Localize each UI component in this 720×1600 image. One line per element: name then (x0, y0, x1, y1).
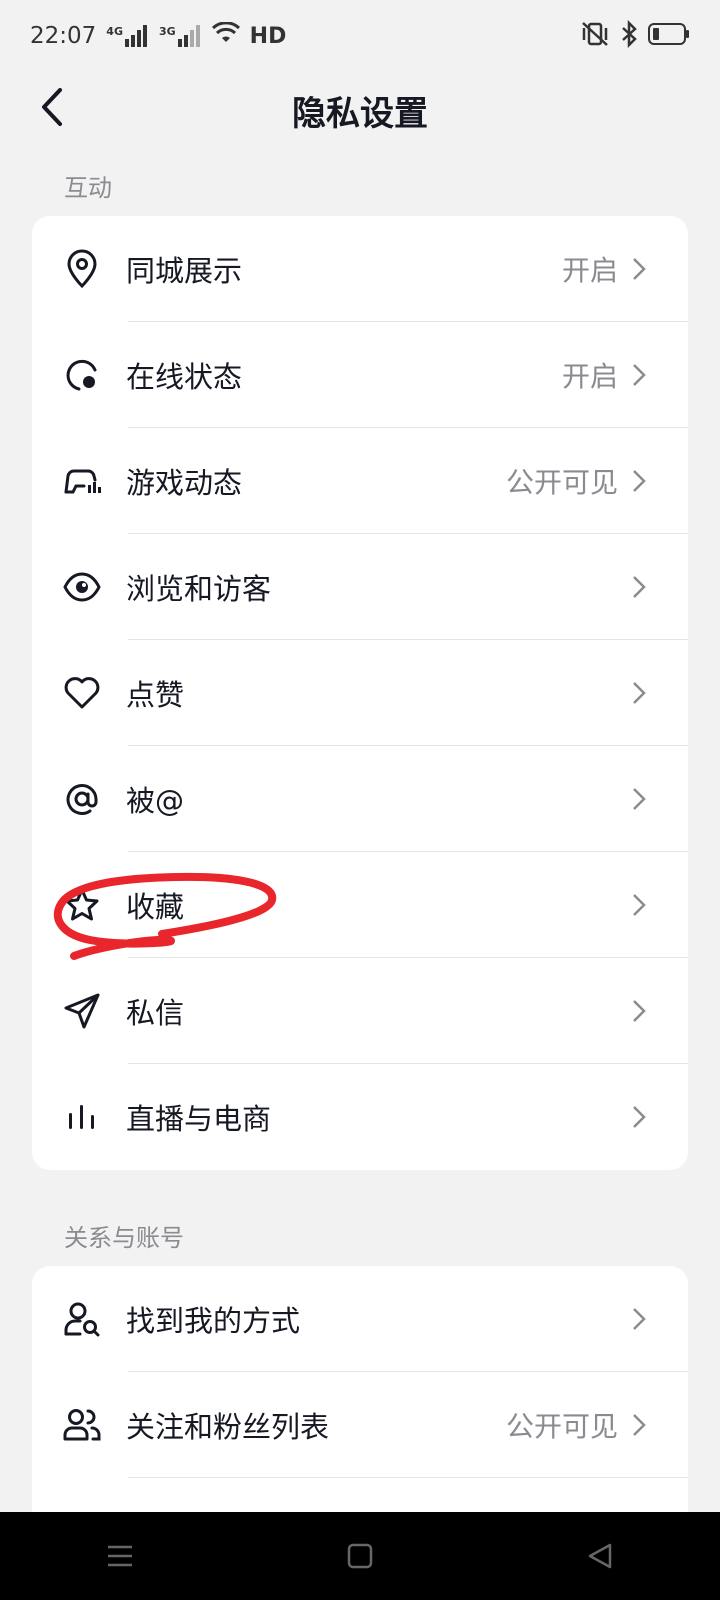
setting-row-live-commerce[interactable]: 直播与电商 (32, 1064, 688, 1170)
setting-value: 公开可见 (505, 1410, 618, 1443)
setting-label: 收藏 (126, 890, 185, 924)
menu-icon (108, 1545, 132, 1567)
battery-icon (648, 22, 690, 50)
setting-row-mentions[interactable]: 被@ (32, 746, 688, 852)
chevron-right-icon (632, 1304, 654, 1334)
section-label-relationships: 关系与账号 (64, 1224, 184, 1252)
setting-label: 直播与电商 (126, 1102, 272, 1136)
interaction-settings-card: 同城展示 开启 在线状态 开启 游戏动态 公开可见 浏览和访客 点赞 被@ 收藏… (32, 216, 688, 1170)
chevron-right-icon (632, 572, 654, 602)
chevron-right-icon (632, 996, 654, 1026)
relationship-settings-card: 找到我的方式 关注和粉丝列表 公开可见 (32, 1266, 688, 1512)
status-right (580, 19, 690, 52)
paper-plane-icon (62, 991, 102, 1031)
status-bar: 22:07 4G 3G HD (0, 0, 720, 72)
chevron-right-icon (632, 1102, 654, 1132)
setting-label: 被@ (126, 784, 185, 818)
system-nav-bar (0, 1512, 720, 1600)
setting-label: 找到我的方式 (126, 1304, 301, 1338)
setting-value: 开启 (561, 360, 618, 393)
setting-label: 游戏动态 (126, 466, 243, 500)
system-back-button[interactable] (570, 1526, 630, 1586)
setting-row-views-visitors[interactable]: 浏览和访客 (32, 534, 688, 640)
setting-row-online-status[interactable]: 在线状态 开启 (32, 322, 688, 428)
location-pin-icon (62, 249, 102, 289)
bluetooth-icon (620, 19, 638, 52)
chevron-right-icon (632, 254, 654, 284)
setting-label: 私信 (126, 996, 185, 1030)
heart-icon (62, 673, 102, 713)
setting-label: 在线状态 (126, 360, 243, 394)
setting-row-follow-lists[interactable]: 关注和粉丝列表 公开可见 (32, 1372, 688, 1478)
setting-label: 浏览和访客 (126, 572, 272, 606)
star-icon (62, 885, 102, 925)
section-label-interaction: 互动 (64, 174, 112, 202)
setting-row-direct-messages[interactable]: 私信 (32, 958, 688, 1064)
page-title: 隐私设置 (292, 94, 428, 134)
gamepad-icon (62, 461, 102, 501)
setting-row-game-activity[interactable]: 游戏动态 公开可见 (32, 428, 688, 534)
chevron-right-icon (632, 466, 654, 496)
setting-label: 点赞 (126, 678, 185, 712)
setting-row-favorites[interactable]: 收藏 (32, 852, 688, 958)
setting-row-likes[interactable]: 点赞 (32, 640, 688, 746)
setting-value: 开启 (561, 254, 618, 287)
header: 隐私设置 (0, 72, 720, 142)
users-icon (62, 1405, 102, 1445)
chevron-right-icon (632, 890, 654, 920)
back-triangle-icon (588, 1543, 612, 1569)
at-icon (62, 779, 102, 819)
network-type-4g: 4G (106, 25, 123, 38)
divider (128, 1477, 688, 1478)
status-time: 22:07 (30, 23, 97, 49)
chevron-right-icon (632, 678, 654, 708)
setting-label: 同城展示 (126, 254, 243, 288)
hd-label: HD (249, 23, 287, 49)
wifi-icon (211, 21, 240, 50)
signal-3g-icon: 3G (159, 25, 202, 47)
home-square-icon (347, 1543, 373, 1569)
online-status-icon (62, 355, 102, 395)
menu-button[interactable] (90, 1526, 150, 1586)
vibrate-off-icon (580, 20, 610, 52)
setting-row-nearby[interactable]: 同城展示 开启 (32, 216, 688, 322)
chevron-right-icon (632, 1410, 654, 1440)
setting-label: 关注和粉丝列表 (126, 1410, 330, 1444)
home-button[interactable] (330, 1526, 390, 1586)
signal-4g-icon: 4G (106, 25, 149, 47)
chevron-right-icon (632, 784, 654, 814)
chevron-right-icon (632, 360, 654, 390)
network-type-3g: 3G (158, 25, 176, 38)
live-bars-icon (62, 1097, 102, 1137)
status-left: 22:07 4G 3G HD (30, 21, 287, 50)
eye-icon (62, 567, 102, 607)
user-search-icon (62, 1299, 102, 1339)
setting-value: 公开可见 (505, 466, 618, 499)
setting-row-find-me[interactable]: 找到我的方式 (32, 1266, 688, 1372)
